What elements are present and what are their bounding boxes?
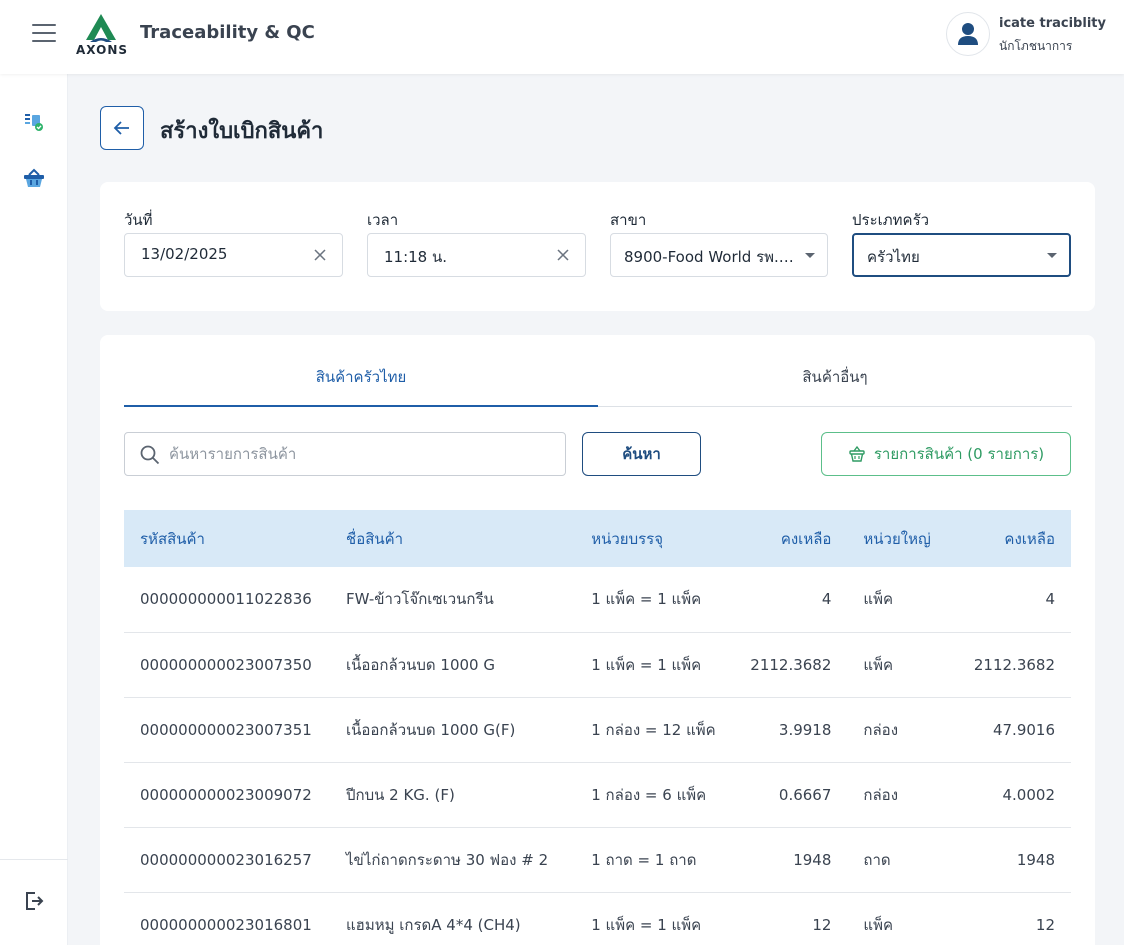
clear-date-icon[interactable] [312, 247, 328, 263]
tab-other-products[interactable]: สินค้าอื่นๆ [598, 365, 1072, 407]
column-header-pack: หน่วยบรรจุ [591, 529, 664, 548]
cell-unit: ถาด [863, 850, 891, 869]
cell-name: ปีกบน 2 KG. (F) [346, 785, 455, 804]
cell-code: 000000000011022836 [140, 590, 312, 609]
user-role: นักโภชนาการ [999, 39, 1073, 53]
cell-remain: 12 [812, 915, 832, 934]
column-header-remain: คงเหลือ [780, 529, 832, 548]
cell-remain-big: 4.0002 [1002, 785, 1056, 804]
tab-thai-kitchen[interactable]: สินค้าครัวไทย [124, 365, 598, 407]
cell-code: 000000000023009072 [140, 785, 312, 804]
hamburger-menu-icon[interactable] [32, 24, 56, 44]
cell-name: เนื้ออกล้วนบด 1000 G [346, 655, 495, 674]
sidebar [0, 74, 68, 945]
cell-remain-big: 2112.3682 [973, 655, 1055, 674]
clear-time-icon[interactable] [555, 247, 571, 263]
cell-unit: แพ็ค [863, 590, 893, 609]
search-button[interactable]: ค้นหา [582, 432, 701, 476]
top-bar: AXONS Traceability & QC icate traciblity… [0, 0, 1124, 74]
cell-unit: แพ็ค [863, 915, 893, 934]
kitchen-type-select[interactable]: ครัวไทย [852, 233, 1071, 277]
logout-icon[interactable] [22, 889, 46, 913]
cell-pack: 1 กล่อง = 6 แพ็ค [591, 785, 707, 804]
cell-pack: 1 ถาด = 1 ถาด [591, 850, 697, 869]
date-field[interactable]: 13/02/2025 [124, 233, 343, 277]
product-list-card: สินค้าครัวไทย สินค้าอื่นๆ ค้นหา รายการสิ… [100, 335, 1095, 945]
time-field[interactable]: 11:18 น. [367, 233, 586, 277]
cell-code: 000000000023016257 [140, 850, 312, 869]
column-header-big-unit: หน่วยใหญ่ [863, 529, 931, 548]
document-check-icon[interactable] [22, 111, 46, 135]
cell-code: 000000000023007350 [140, 655, 312, 674]
back-button[interactable] [100, 106, 144, 150]
table-row[interactable]: 000000000023016801 แฮมหมู เกรดA 4*4 (CH4… [124, 892, 1071, 945]
cell-remain-big: 1948 [1016, 850, 1055, 869]
table-row[interactable]: 000000000023007350 เนื้ออกล้วนบด 1000 G … [124, 632, 1071, 697]
date-label: วันที่ [124, 211, 153, 229]
column-header-name: ชื่อสินค้า [346, 529, 404, 548]
logo-text: AXONS [76, 43, 128, 57]
user-avatar[interactable] [946, 12, 990, 56]
column-header-code: รหัสสินค้า [140, 529, 205, 548]
time-label: เวลา [367, 211, 399, 229]
chevron-down-icon [1047, 253, 1057, 258]
cell-remain-big: 4 [1045, 590, 1055, 609]
user-icon [958, 23, 978, 45]
branch-value: 8900-Food World รพ.… [624, 248, 794, 266]
cell-name: แฮมหมู เกรดA 4*4 (CH4) [346, 915, 521, 934]
basket-icon[interactable] [22, 167, 46, 191]
product-table: รหัสสินค้า ชื่อสินค้า หน่วยบรรจุ คงเหลือ… [124, 510, 1071, 945]
search-icon [140, 445, 160, 465]
user-name: icate traciblity [999, 16, 1106, 31]
cell-pack: 1 แพ็ค = 1 แพ็ค [591, 590, 702, 609]
branch-label: สาขา [610, 211, 647, 229]
cell-name: เนื้ออกล้วนบด 1000 G(F) [346, 720, 516, 739]
cell-remain: 3.9918 [778, 720, 832, 739]
column-header-remain-big: คงเหลือ [1004, 529, 1055, 548]
cell-remain: 4 [821, 590, 832, 609]
cell-code: 000000000023016801 [140, 915, 312, 934]
cell-remain-big: 12 [1035, 915, 1055, 934]
cell-name: FW-ข้าวโจ๊กเซเวนกรีน [346, 590, 494, 609]
branch-select[interactable]: 8900-Food World รพ.… [610, 233, 828, 277]
search-input[interactable] [169, 433, 559, 475]
cell-unit: แพ็ค [863, 655, 893, 674]
cell-remain: 0.6667 [778, 785, 832, 804]
cell-code: 000000000023007351 [140, 720, 312, 739]
table-row[interactable]: 000000000023007351 เนื้ออกล้วนบด 1000 G(… [124, 697, 1071, 762]
cell-remain: 2112.3682 [750, 655, 832, 674]
date-value: 13/02/2025 [141, 245, 228, 263]
kitchen-type-label: ประเภทครัว [852, 211, 930, 229]
cell-unit: กล่อง [863, 720, 899, 739]
kitchen-type-value: ครัวไทย [867, 248, 920, 266]
table-row[interactable]: 000000000023016257 ไข่ไก่ถาดกระดาษ 30 ฟอ… [124, 827, 1071, 892]
search-box [124, 432, 566, 476]
basket-icon [849, 445, 865, 462]
table-header-row: รหัสสินค้า ชื่อสินค้า หน่วยบรรจุ คงเหลือ… [124, 510, 1071, 567]
table-row[interactable]: 000000000023009072 ปีกบน 2 KG. (F) 1 กล่… [124, 762, 1071, 827]
cell-remain: 1948 [793, 850, 832, 869]
cell-name: ไข่ไก่ถาดกระดาษ 30 ฟอง # 2 [346, 850, 549, 869]
arrow-left-icon [113, 121, 129, 135]
table-row[interactable]: 000000000011022836 FW-ข้าวโจ๊กเซเวนกรีน … [124, 567, 1071, 632]
cell-pack: 1 แพ็ค = 1 แพ็ค [591, 915, 702, 934]
cell-pack: 1 กล่อง = 12 แพ็ค [591, 720, 716, 739]
cart-list-button[interactable]: รายการสินค้า (0 รายการ) [821, 432, 1071, 476]
cart-label: รายการสินค้า (0 รายการ) [873, 445, 1045, 463]
cell-remain-big: 47.9016 [992, 720, 1055, 739]
time-value: 11:18 น. [384, 248, 448, 266]
cell-pack: 1 แพ็ค = 1 แพ็ค [591, 655, 702, 674]
chevron-down-icon [805, 253, 815, 258]
page-title: สร้างใบเบิกสินค้า [160, 119, 324, 144]
cell-unit: กล่อง [863, 785, 899, 804]
app-title: Traceability & QC [140, 22, 315, 43]
sidebar-divider [0, 859, 68, 860]
filter-card: วันที่ 13/02/2025 เวลา 11:18 น. สาขา 890… [100, 182, 1095, 311]
